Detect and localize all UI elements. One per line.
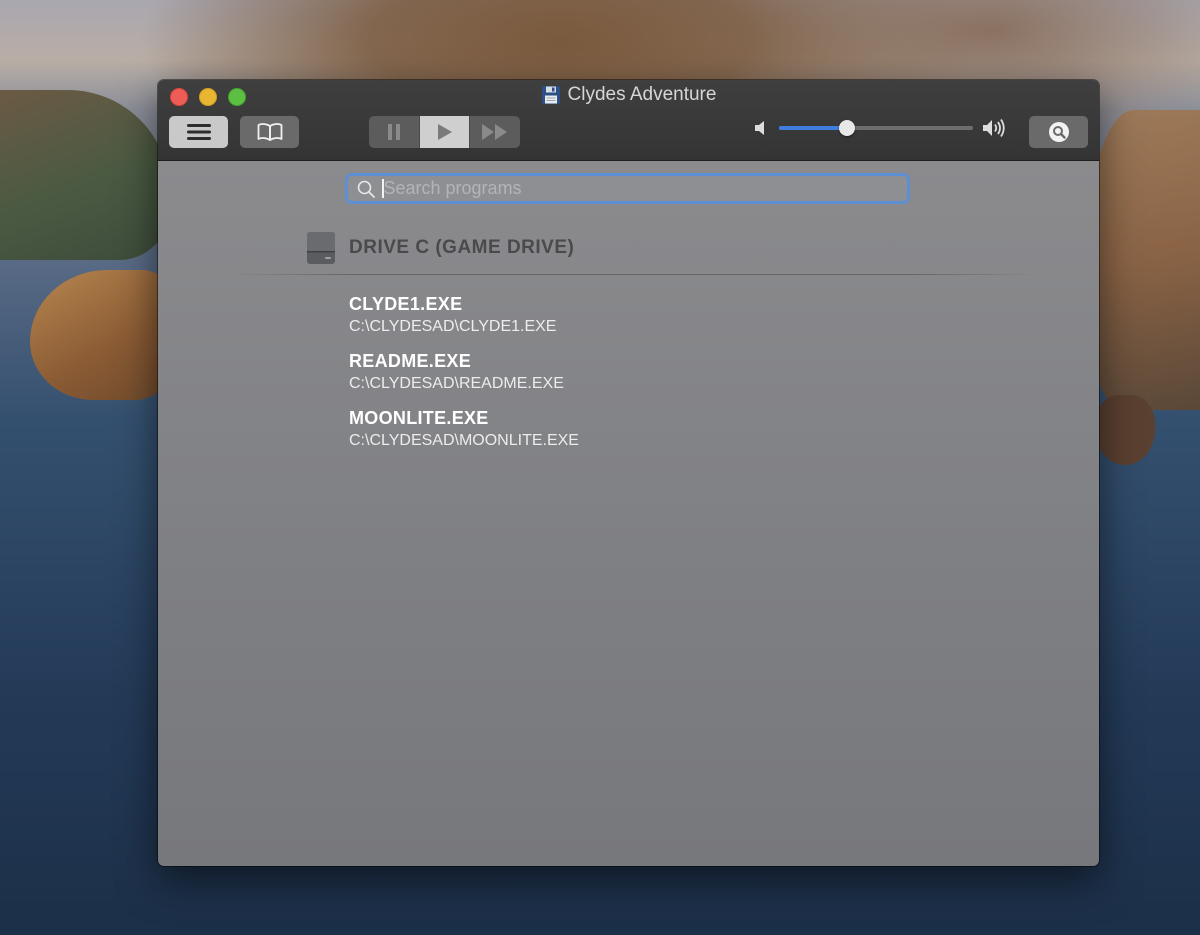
hard-drive-icon xyxy=(307,232,335,264)
window-title-text: Clydes Adventure xyxy=(567,84,717,105)
playback-controls xyxy=(369,116,520,148)
wallpaper-rock-right xyxy=(1095,395,1155,465)
search-icon xyxy=(357,180,375,198)
program-name: MOONLITE.EXE xyxy=(349,408,489,428)
play-icon xyxy=(437,124,452,140)
fast-forward-button[interactable] xyxy=(470,116,520,148)
wallpaper-cliff xyxy=(0,90,170,260)
program-name: README.EXE xyxy=(349,351,472,371)
drive-section-header: DRIVE C (GAME DRIVE) xyxy=(305,231,574,265)
list-icon xyxy=(186,124,211,140)
fast-forward-icon xyxy=(482,124,508,140)
program-path: C:\CLYDESAD\CLYDE1.EXE xyxy=(349,318,557,335)
pause-button[interactable] xyxy=(369,116,420,148)
pause-icon xyxy=(387,124,400,140)
documentation-button[interactable] xyxy=(240,116,299,148)
program-path: C:\CLYDESAD\README.EXE xyxy=(349,375,564,392)
search-button[interactable] xyxy=(1029,116,1088,148)
program-item[interactable]: README.EXE C:\CLYDESAD\README.EXE xyxy=(349,350,579,394)
search-input[interactable] xyxy=(383,178,864,199)
wallpaper-cliff-right xyxy=(1090,110,1200,410)
program-browser: DRIVE C (GAME DRIVE) CLYDE1.EXE C:\CLYDE… xyxy=(158,161,1099,866)
magnifier-icon xyxy=(1048,122,1069,142)
search-field[interactable] xyxy=(345,173,910,204)
volume-high-icon xyxy=(983,119,1005,137)
floppy-disk-icon xyxy=(541,86,560,104)
wallpaper-rock xyxy=(30,270,170,400)
program-list-button[interactable] xyxy=(169,116,228,148)
app-window: Clydes Adventure Search programs DRIVE C… xyxy=(158,80,1099,866)
section-divider xyxy=(228,274,1038,275)
window-title: Clydes Adventure xyxy=(158,84,1099,106)
program-path: C:\CLYDESAD\MOONLITE.EXE xyxy=(349,432,579,449)
desktop-wallpaper: Clydes Adventure Search programs DRIVE C… xyxy=(0,0,1200,935)
drive-label: DRIVE C (GAME DRIVE) xyxy=(349,237,575,258)
volume-slider[interactable] xyxy=(779,120,973,136)
program-item[interactable]: MOONLITE.EXE C:\CLYDESAD\MOONLITE.EXE xyxy=(349,407,579,451)
title-bar: Clydes Adventure xyxy=(158,80,1099,161)
volume-slider-thumb[interactable] xyxy=(838,120,855,136)
volume-slider-fill xyxy=(779,126,847,130)
program-name: CLYDE1.EXE xyxy=(349,294,463,314)
play-button[interactable] xyxy=(419,116,471,148)
book-icon xyxy=(257,123,282,141)
volume-low-icon xyxy=(755,121,764,135)
program-item[interactable]: CLYDE1.EXE C:\CLYDESAD\CLYDE1.EXE xyxy=(349,293,579,337)
program-list: CLYDE1.EXE C:\CLYDESAD\CLYDE1.EXE README… xyxy=(349,293,579,464)
